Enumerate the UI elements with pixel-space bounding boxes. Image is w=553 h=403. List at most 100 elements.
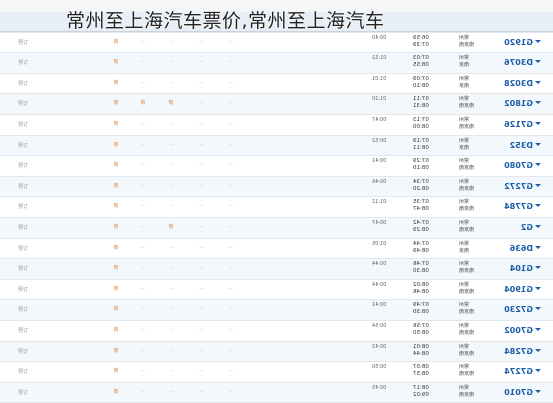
- chevron-down-icon[interactable]: [535, 39, 541, 43]
- book-button[interactable]: 预订: [18, 245, 28, 252]
- table-row[interactable]: 预订 有 -- -- -- -- 00:52 07:19 08:11 常州 南京 D352: [0, 135, 553, 157]
- train-number[interactable]: G7002: [497, 321, 533, 341]
- seat-availability: --: [199, 368, 203, 375]
- chevron-down-icon[interactable]: [535, 369, 541, 373]
- chevron-down-icon[interactable]: [535, 183, 541, 187]
- train-number[interactable]: G7284: [497, 342, 533, 362]
- table-row[interactable]: 预订 有 -- -- -- -- 01:52 07:03 08:55 常州 南京 D3076: [0, 53, 553, 74]
- book-button[interactable]: 预订: [18, 162, 28, 169]
- table-row[interactable]: 预订 有 -- -- -- -- 01:12 07:35 08:47 常州 南京南 G7784: [0, 197, 553, 218]
- times: 07:29 08:10: [413, 158, 429, 172]
- seat-availability: --: [169, 79, 173, 86]
- train-number[interactable]: G7272: [497, 177, 533, 197]
- table-row[interactable]: 预订 有 -- -- -- -- 00:54 07:56 08:50 常州 南京南 G7002: [0, 320, 553, 342]
- train-number[interactable]: G7784: [497, 197, 533, 217]
- stations: 常州南京南: [459, 343, 475, 357]
- seat-availability: --: [199, 223, 203, 230]
- book-button[interactable]: 预订: [18, 183, 28, 190]
- table-row[interactable]: 预订 有 -- -- -- -- 00:44 08:02 08:46 常州 南京南 G1904: [0, 279, 553, 301]
- duration: 00:44: [372, 261, 387, 268]
- book-button[interactable]: 预订: [18, 368, 28, 375]
- table-row[interactable]: 预订 有 -- -- -- -- 00:50 08:07 08:57 常州 南京南 G7274: [0, 362, 553, 383]
- book-button[interactable]: 预订: [18, 203, 28, 210]
- times: 08:17 09:02: [413, 384, 429, 398]
- book-button[interactable]: 预订: [18, 265, 28, 272]
- book-button[interactable]: 预订: [18, 80, 28, 87]
- seat-availability: --: [229, 223, 233, 230]
- seat-availability: --: [229, 141, 233, 148]
- table-row[interactable]: 预订 有 -- -- -- -- 01:01 07:09 08:10 常州 南京 D3028: [0, 73, 553, 95]
- book-button[interactable]: 预订: [18, 348, 28, 355]
- train-number[interactable]: G1802: [497, 94, 533, 114]
- seat-availability: --: [141, 285, 145, 292]
- book-button[interactable]: 预订: [18, 59, 28, 66]
- chevron-down-icon[interactable]: [535, 245, 541, 249]
- seat-availability: --: [169, 203, 173, 210]
- book-button[interactable]: 预订: [18, 286, 28, 293]
- book-button[interactable]: 预订: [18, 224, 28, 231]
- train-number[interactable]: G7010: [497, 383, 533, 403]
- seat-availability: 有: [113, 347, 119, 354]
- table-row[interactable]: 预订 有 -- -- -- -- 00:44 07:46 08:30 常州 南京南 G104: [0, 259, 553, 280]
- chevron-down-icon[interactable]: [535, 101, 541, 105]
- chevron-down-icon[interactable]: [535, 389, 541, 393]
- chevron-down-icon[interactable]: [535, 286, 541, 290]
- chevron-down-icon[interactable]: [535, 327, 541, 331]
- book-button[interactable]: 预订: [18, 100, 28, 107]
- table-row[interactable]: 预订 有 -- -- -- -- 00:40 06:59 07:39 常州 南京南 G1920: [0, 32, 553, 54]
- book-button[interactable]: 预订: [18, 121, 28, 128]
- train-number[interactable]: D3076: [497, 53, 533, 73]
- chevron-down-icon[interactable]: [535, 224, 541, 228]
- table-row[interactable]: 预订 有 -- 有 -- -- 00:47 07:42 08:29 常州 南京南 G2: [0, 217, 553, 239]
- train-number[interactable]: G1904: [497, 280, 533, 300]
- chevron-down-icon[interactable]: [535, 348, 541, 352]
- train-number[interactable]: G1920: [497, 33, 533, 53]
- seat-availability: --: [199, 182, 203, 189]
- chevron-down-icon[interactable]: [535, 163, 541, 167]
- seat-availability: --: [141, 182, 145, 189]
- seat-availability: --: [141, 306, 145, 313]
- seat-availability: --: [199, 326, 203, 333]
- train-number[interactable]: D3028: [497, 74, 533, 94]
- stations: 常州 南京: [459, 75, 470, 89]
- chevron-down-icon[interactable]: [535, 60, 541, 64]
- seat-availability: --: [141, 38, 145, 45]
- train-number[interactable]: G7126: [497, 115, 533, 135]
- seat-availability: --: [169, 59, 173, 66]
- times: 07:35 08:47: [413, 199, 429, 213]
- book-button[interactable]: 预订: [18, 327, 28, 334]
- book-button[interactable]: 预订: [18, 306, 28, 313]
- duration: 00:46: [372, 178, 387, 185]
- duration: 00:41: [372, 158, 387, 165]
- chevron-down-icon[interactable]: [535, 80, 541, 84]
- seat-availability: --: [229, 182, 233, 189]
- seat-availability: --: [229, 265, 233, 272]
- table-row[interactable]: 预订 有 -- -- -- -- 01:05 07:44 08:49 常州 南京 D636: [0, 238, 553, 260]
- table-row[interactable]: 预订 有 -- -- -- -- 00:46 07:34 08:20 常州 南京南 G7272: [0, 176, 553, 198]
- book-button[interactable]: 预订: [18, 142, 28, 149]
- chevron-down-icon[interactable]: [535, 121, 541, 125]
- stations: 常州 南京: [459, 55, 470, 69]
- train-number[interactable]: G7230: [497, 300, 533, 320]
- chevron-down-icon[interactable]: [535, 142, 541, 146]
- chevron-down-icon[interactable]: [535, 266, 541, 270]
- train-number[interactable]: D352: [497, 136, 533, 156]
- table-row[interactable]: 预订 有 -- -- -- -- 00:47 07:13 08:00 常州 南京南 G7126: [0, 114, 553, 136]
- seat-availability: --: [169, 368, 173, 375]
- train-number[interactable]: G7080: [497, 156, 533, 176]
- train-number[interactable]: G104: [497, 259, 533, 279]
- train-number[interactable]: G7274: [497, 362, 533, 382]
- chevron-down-icon[interactable]: [535, 307, 541, 311]
- stations: 常州南京南: [459, 281, 475, 295]
- train-number[interactable]: G2: [497, 218, 533, 238]
- table-row[interactable]: 预订 有 -- -- -- -- 00:41 07:49 08:30 常州 南京南 G7230: [0, 300, 553, 321]
- table-row[interactable]: 预订 有 -- -- -- -- 00:43 08:01 08:44 常州 南京南 G7284: [0, 341, 553, 363]
- seat-availability: 有: [113, 326, 119, 333]
- table-row[interactable]: 预订 有 -- -- -- -- 00:41 07:29 08:10 常州 南京南 G7080: [0, 156, 553, 177]
- book-button[interactable]: 预订: [18, 389, 28, 396]
- book-button[interactable]: 预订: [18, 39, 28, 46]
- train-number[interactable]: D636: [497, 239, 533, 259]
- chevron-down-icon[interactable]: [535, 204, 541, 208]
- seat-availability: --: [229, 368, 233, 375]
- table-row[interactable]: 预订 有 有 有 -- -- 01:20 07:11 08:31 常州 南京南 G1802: [0, 94, 553, 115]
